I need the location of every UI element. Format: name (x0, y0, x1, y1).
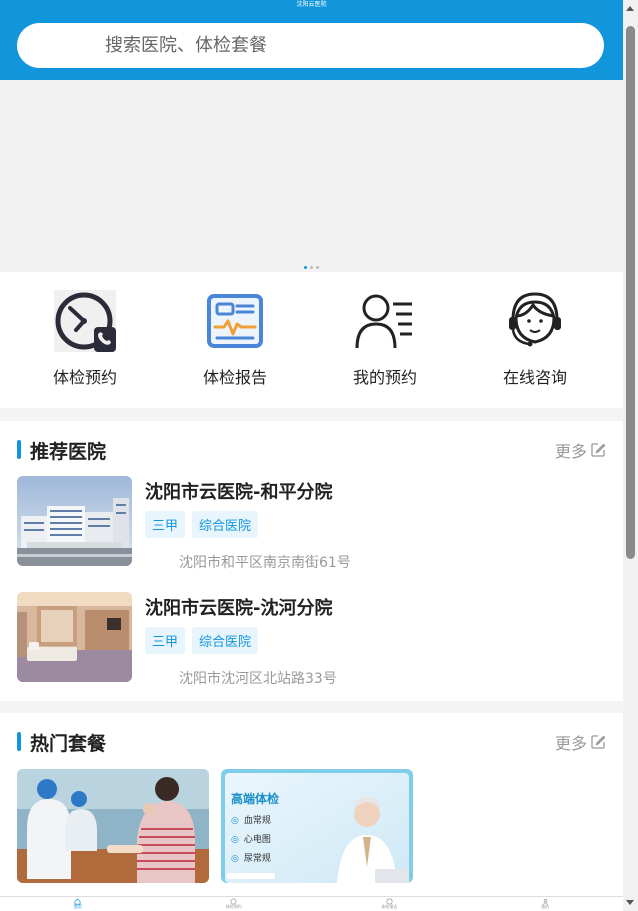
report-icon (207, 294, 263, 348)
customer-service-icon (509, 292, 561, 347)
carousel-indicators (304, 266, 319, 269)
tag-level: 三甲 (145, 511, 186, 538)
hot-packages: 热门套餐 更多 高端体检 ◎ 血常规 ◎ 心电图 ◎ 尿常规 (0, 713, 623, 896)
more-label: 更多 (554, 442, 587, 461)
quicknav-label: 我的预约 (352, 368, 417, 387)
tab-mine[interactable]: 我的 (467, 897, 623, 911)
package-image (17, 769, 209, 883)
check-icon: ◎ (231, 854, 239, 864)
carousel-dot[interactable] (316, 266, 319, 269)
section-accent-bar (17, 732, 21, 751)
section-accent-bar (17, 440, 21, 459)
tag-level: 三甲 (145, 627, 186, 654)
package-card[interactable] (17, 769, 209, 883)
search-input[interactable] (105, 23, 585, 68)
more-link[interactable]: 更多 (555, 730, 606, 754)
carousel-dot[interactable] (304, 266, 307, 269)
tag-type: 综合医院 (192, 511, 259, 538)
hospital-image (17, 476, 132, 566)
scroll-down-arrow[interactable] (626, 900, 634, 905)
header: 沈阳云医院 (0, 0, 623, 80)
search-icon (58, 36, 77, 55)
bottom-tab-bar: 首页 体检预约 体检报告 我的 (0, 896, 623, 911)
edit-icon (591, 443, 606, 457)
section-header: 推荐医院 更多 (17, 438, 606, 463)
more-link[interactable]: 更多 (555, 438, 606, 462)
edit-icon (591, 735, 606, 749)
quicknav-label: 体检报告 (202, 368, 267, 387)
hospital-image (17, 592, 132, 682)
carousel-dot[interactable] (310, 266, 313, 269)
quick-nav: 体检预约 体检报告 我的预约 在线咨询 (0, 272, 623, 408)
user-list-icon (355, 294, 412, 349)
package-item: ◎ 血常规 (231, 816, 271, 826)
scroll-up-arrow[interactable] (626, 6, 634, 11)
search-bar[interactable] (17, 23, 604, 68)
scrollbar[interactable] (623, 0, 638, 911)
hospital-name: 沈阳市云医院-和平分院 (145, 482, 333, 503)
more-label: 更多 (554, 734, 587, 753)
check-icon: ◎ (231, 835, 239, 845)
hospital-address: 沈阳市和平区南京南街61号 (179, 555, 351, 571)
package-item: ◎ 尿常规 (231, 854, 271, 864)
recommended-hospitals: 推荐医院 更多 沈阳市云医院-和平分院 三甲 综合医院 沈阳市和平区南京南街61… (0, 421, 623, 701)
clock-phone-icon (54, 290, 116, 352)
app-title: 沈阳云医院 (296, 1, 327, 8)
quicknav-item-appointment[interactable]: 体检预约 (25, 290, 145, 388)
quicknav-item-consult[interactable]: 在线咨询 (475, 290, 595, 388)
package-card[interactable]: 高端体检 ◎ 血常规 ◎ 心电图 ◎ 尿常规 (221, 769, 413, 883)
tab-label: 体检预约 (225, 904, 242, 909)
tab-label: 体检报告 (381, 904, 398, 909)
hospital-tags: 三甲 综合医院 (145, 511, 259, 538)
check-icon: ◎ (231, 816, 239, 826)
section-title: 热门套餐 (30, 733, 107, 755)
banner-carousel[interactable] (0, 80, 623, 284)
quicknav-label: 体检预约 (52, 368, 117, 387)
hospital-address: 沈阳市沈河区北站路33号 (179, 671, 337, 687)
tab-appointment[interactable]: 体检预约 (156, 897, 312, 911)
hospital-card[interactable]: 沈阳市云医院-和平分院 三甲 综合医院 沈阳市和平区南京南街61号 (17, 476, 607, 571)
hospital-card[interactable]: 沈阳市云医院-沈河分院 三甲 综合医院 沈阳市沈河区北站路33号 (17, 592, 607, 687)
scrollbar-thumb[interactable] (626, 26, 635, 559)
section-title: 推荐医院 (30, 441, 107, 463)
package-item-list: ◎ 血常规 ◎ 心电图 ◎ 尿常规 (231, 812, 271, 869)
tab-home[interactable]: 首页 (0, 897, 156, 911)
quicknav-item-report[interactable]: 体检报告 (175, 290, 295, 388)
section-header: 热门套餐 更多 (17, 730, 606, 755)
tab-label: 我的 (541, 904, 550, 909)
hospital-name: 沈阳市云医院-沈河分院 (145, 598, 333, 619)
package-title: 高端体检 (231, 792, 280, 806)
quicknav-item-my-appointments[interactable]: 我的预约 (325, 290, 445, 388)
hospital-tags: 三甲 综合医院 (145, 627, 259, 654)
tab-label: 首页 (73, 904, 82, 909)
tab-report[interactable]: 体检报告 (312, 897, 468, 911)
page: 沈阳云医院 体 (0, 0, 623, 911)
tag-type: 综合医院 (192, 627, 259, 654)
package-item: ◎ 心电图 (231, 835, 271, 845)
quicknav-label: 在线咨询 (502, 368, 567, 387)
